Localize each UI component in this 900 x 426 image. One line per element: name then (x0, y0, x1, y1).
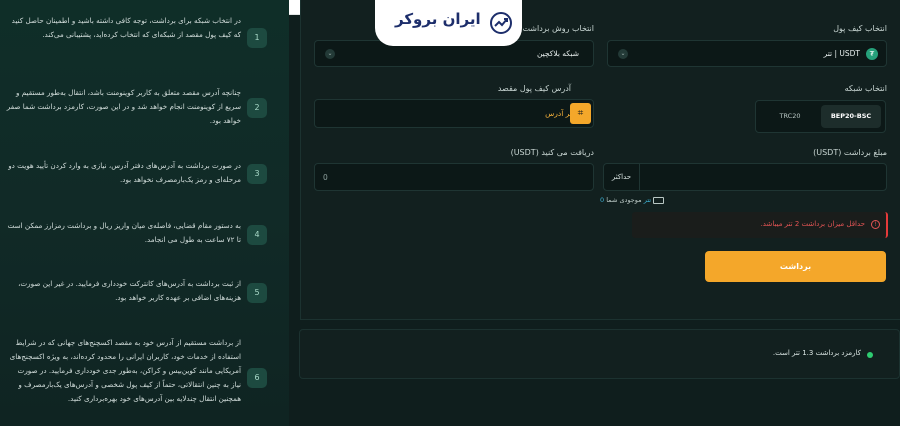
method-select-value: شبکه بلاکچین (536, 49, 579, 58)
guide-item-4: به دستور مقام قضایی، فاصله‌ی میان واریز … (0, 219, 289, 259)
network-option-bep20[interactable]: BEP20-BSC (821, 105, 881, 128)
status-dot-icon (867, 352, 873, 358)
amount-label: مبلغ برداشت (USDT) (813, 148, 887, 157)
guide-number: 2 (247, 98, 267, 118)
wallet-select-value: USDT | تتر (823, 49, 860, 58)
guide-text: از برداشت مستقیم از آدرس خود به مقصد اکس… (9, 338, 241, 403)
chevron-down-icon: ⌄ (325, 49, 335, 59)
receive-amount-field: 0 (314, 163, 594, 191)
wallet-label: انتخاب کیف پول (833, 24, 887, 33)
fee-text: کارمزد برداشت 1.3 تتر است. (772, 349, 861, 357)
network-toggle: BEP20-BSC TRC20 (755, 100, 886, 133)
guide-number: 5 (247, 283, 267, 303)
guide-text: از ثبت برداشت به آدرس‌های کانترکت خوددار… (18, 279, 241, 302)
receive-amount-value: 0 (323, 173, 328, 182)
guide-item-1: در انتخاب شبکه برای برداشت، توجه کافی دا… (0, 12, 289, 64)
method-label: انتخاب روش برداشت (522, 24, 594, 33)
network-label: انتخاب شبکه (844, 84, 887, 93)
chevron-down-icon: ⌄ (618, 49, 628, 59)
guide-item-3: در صورت برداشت به آدرس‌های دفتر آدرس، نی… (0, 158, 289, 198)
error-icon: ! (871, 220, 880, 229)
usdt-icon: ₮ (866, 48, 878, 60)
error-text: حداقل میزان برداشت 2 تتر میباشد. (760, 220, 865, 228)
logo-mark-icon (490, 12, 512, 34)
guide-number: 3 (247, 164, 267, 184)
guide-text: به دستور مقام قضایی، فاصله‌ی میان واریز … (7, 221, 241, 244)
wallet-select[interactable]: ₮ USDT | تتر ⌄ (607, 40, 887, 67)
fee-info-box: کارمزد برداشت 1.3 تتر است. (299, 329, 900, 379)
logo-text: ایران بروکر (395, 10, 481, 28)
guide-text: چنانچه آدرس مقصد متعلق به کاربر کوینومنت… (6, 88, 241, 125)
guide-number: 1 (247, 28, 267, 48)
guide-text: در صورت برداشت به آدرس‌های دفتر آدرس، نی… (8, 161, 241, 184)
error-message: ! حداقل میزان برداشت 2 تتر میباشد. (632, 212, 888, 238)
brand-logo[interactable]: ایران بروکر (375, 0, 522, 46)
guide-item-2: چنانچه آدرس مقصد متعلق به کاربر کوینومنت… (0, 86, 289, 138)
guide-item-6: از برداشت مستقیم از آدرس خود به مقصد اکس… (0, 336, 289, 422)
withdraw-button[interactable]: برداشت (705, 251, 886, 282)
max-button[interactable]: حداکثر (604, 164, 640, 190)
guide-item-5: از ثبت برداشت به آدرس‌های کانترکت خوددار… (0, 277, 289, 317)
guide-number: 4 (247, 225, 267, 245)
address-input[interactable]: دفتر آدرس ⌗ (314, 99, 594, 128)
network-option-trc20[interactable]: TRC20 (760, 105, 820, 128)
amount-input[interactable]: حداکثر (603, 163, 887, 191)
guide-text: در انتخاب شبکه برای برداشت، توجه کافی دا… (11, 16, 241, 39)
balance-info: 0 تتر موجودی شما (600, 196, 667, 204)
receive-label: دریافت می کنید (USDT) (510, 148, 594, 157)
address-label: آدرس کیف پول مقصد (497, 84, 571, 93)
guide-number: 6 (247, 368, 267, 388)
qr-scan-icon[interactable]: ⌗ (570, 103, 591, 124)
balance-prefix: موجودی شما (606, 196, 642, 204)
wallet-icon (653, 196, 665, 204)
withdraw-guide-panel: در انتخاب شبکه برای برداشت، توجه کافی دا… (0, 0, 289, 426)
